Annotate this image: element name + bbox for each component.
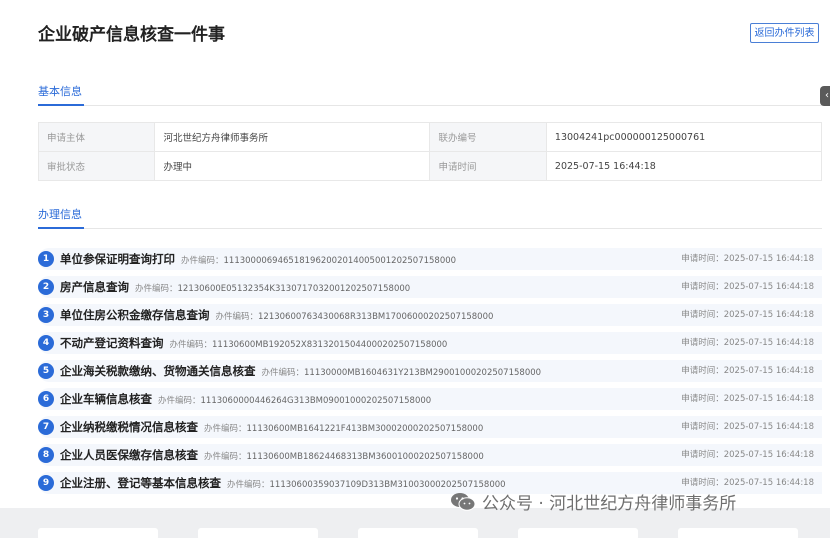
item-code: 11130600MB18624468313BM36001000202507158…: [246, 452, 484, 462]
time-label: 申请时间：: [681, 366, 724, 376]
item-number-badge: 1: [38, 251, 54, 267]
apply-time-value: 2025-07-15 16:44:18: [545, 151, 823, 181]
bottom-card: [518, 528, 638, 540]
code-label: 办件编码：: [204, 452, 247, 462]
code-label: 办件编码：: [261, 368, 305, 378]
code-label: 办件编码：: [204, 424, 247, 434]
list-item[interactable]: 5 企业海关税款缴纳、货物通关信息核查 办件编码：11130000MB160463…: [38, 360, 822, 382]
code-label: 办件编码：: [181, 256, 224, 266]
processing-section-title[interactable]: 办理信息: [38, 206, 82, 222]
item-number-badge: 9: [38, 475, 54, 491]
list-item[interactable]: 3 单位住房公积金缴存信息查询 办件编码：12130600763430068R31…: [38, 304, 822, 326]
item-code: 11130600MB192052X83132015044000202507158…: [212, 340, 448, 350]
item-code: 12130600E05132354K3130717032001202507158…: [177, 284, 411, 294]
item-name: 房产信息查询: [60, 280, 129, 294]
code-label: 办件编码：: [158, 396, 201, 406]
item-time: 2025-07-15 16:44:18: [723, 450, 814, 460]
page-title: 企业破产信息核查一件事: [38, 25, 225, 45]
item-name: 企业注册、登记等基本信息核查: [60, 476, 221, 490]
time-label: 申请时间：: [681, 310, 724, 320]
item-number-badge: 8: [38, 447, 54, 463]
processing-tab-underline: [38, 227, 84, 229]
processing-divider: [38, 228, 822, 229]
time-label: 申请时间：: [681, 338, 724, 348]
item-number-badge: 6: [38, 391, 54, 407]
applicant-value: 河北世纪方舟律师事务所: [154, 122, 431, 152]
processing-item-list: 1 单位参保证明查询打印 办件编码：11130000694651819620020…: [38, 248, 822, 500]
item-name: 单位住房公积金缴存信息查询: [60, 308, 210, 322]
list-item[interactable]: 8 企业人员医保缴存信息核查 办件编码：11130600MB18624468313…: [38, 444, 822, 466]
basic-info-tab-underline: [38, 104, 84, 106]
bottom-card: [358, 528, 478, 540]
code-label: 办件编码：: [215, 312, 259, 322]
time-label: 申请时间：: [681, 478, 724, 488]
item-code: 1113000069465181962002014005001202507158…: [223, 256, 457, 266]
status-label: 审批状态: [37, 151, 156, 181]
list-item[interactable]: 6 企业车辆信息核查 办件编码：111306000044626​4G313BM09…: [38, 388, 822, 410]
time-label: 申请时间：: [681, 282, 724, 292]
item-name: 企业车辆信息核查: [60, 392, 152, 406]
item-number-badge: 3: [38, 307, 54, 323]
table-row: 审批状态 办理中 申请时间 2025-07-15 16:44:18: [37, 151, 823, 181]
basic-info-section-title[interactable]: 基本信息: [38, 83, 82, 99]
item-name: 不动产登记资料查询: [60, 336, 164, 350]
joint-number-value: 13004241pc000000125000761: [545, 122, 823, 152]
item-number-badge: 7: [38, 419, 54, 435]
bottom-card: [198, 528, 318, 540]
basic-info-divider: [38, 105, 822, 106]
list-item[interactable]: 7 企业纳税缴税情况信息核查 办件编码：11130600MB1641221F413…: [38, 416, 822, 438]
item-code: 11130600MB1641221F413BM30002000202507158…: [246, 424, 484, 434]
bottom-card: [678, 528, 798, 540]
item-code: 111306000044626​4G313BM0900100020250715​…: [200, 396, 432, 406]
table-row: 申请主体 河北世纪方舟律师事务所 联办编号 13004241pc00000012…: [37, 122, 823, 152]
watermark-text: 公众号 · 河北世纪方舟律师事务所: [482, 494, 737, 514]
list-item[interactable]: 1 单位参保证明查询打印 办件编码：11130000694651819620020…: [38, 248, 822, 270]
joint-number-label: 联办编号: [429, 122, 547, 152]
time-label: 申请时间：: [681, 450, 724, 460]
apply-time-label: 申请时间: [429, 151, 547, 181]
item-name: 企业人员医保缴存信息核查: [60, 448, 198, 462]
time-label: 申请时间：: [681, 422, 724, 432]
list-item[interactable]: 2 房产信息查询 办件编码：12130600E05132354K313071703…: [38, 276, 822, 298]
item-time: 2025-07-15 16:44:18: [723, 478, 814, 488]
item-time: 2025-07-15 16:44:18: [723, 338, 814, 348]
back-to-list-button[interactable]: 返回办件列表: [750, 23, 819, 43]
code-label: 办件编码：: [169, 340, 213, 350]
time-label: 申请时间：: [681, 254, 724, 264]
time-label: 申请时间：: [681, 394, 724, 404]
applicant-label: 申请主体: [37, 122, 156, 152]
item-number-badge: 2: [38, 279, 54, 295]
code-label: 办件编码：: [227, 480, 270, 490]
item-code: 11130000MB1604631Y213BM29001000202507158…: [304, 368, 542, 378]
item-number-badge: 5: [38, 363, 54, 379]
bottom-card: [38, 528, 158, 540]
watermark: 公众号 · 河北世纪方舟律师事务所: [450, 489, 736, 514]
wechat-icon: [451, 492, 476, 511]
item-time: 2025-07-15 16:44:18: [723, 394, 814, 404]
item-time: 2025-07-15 16:44:18: [723, 282, 814, 292]
item-time: 2025-07-15 16:44:18: [723, 310, 814, 320]
collapse-handle-icon[interactable]: ‹: [820, 86, 830, 106]
item-name: 单位参保证明查询打印: [60, 252, 175, 266]
status-value: 办理中: [154, 151, 431, 181]
basic-info-table: 申请主体 河北世纪方舟律师事务所 联办编号 13004241pc00000012…: [37, 122, 823, 181]
item-number-badge: 4: [38, 335, 54, 351]
item-code: 12130600763430068R313BM17006000202507158…: [258, 312, 494, 322]
item-time: 2025-07-15 16:44:18: [723, 422, 814, 432]
item-name: 企业纳税缴税情况信息核查: [60, 420, 198, 434]
item-time: 2025-07-15 16:44:18: [723, 254, 814, 264]
code-label: 办件编码：: [135, 284, 178, 294]
item-time: 2025-07-15 16:44:18: [723, 366, 814, 376]
list-item[interactable]: 4 不动产登记资料查询 办件编码：11130600MB192052X8313201…: [38, 332, 822, 354]
item-name: 企业海关税款缴纳、货物通关信息核查: [60, 364, 256, 378]
